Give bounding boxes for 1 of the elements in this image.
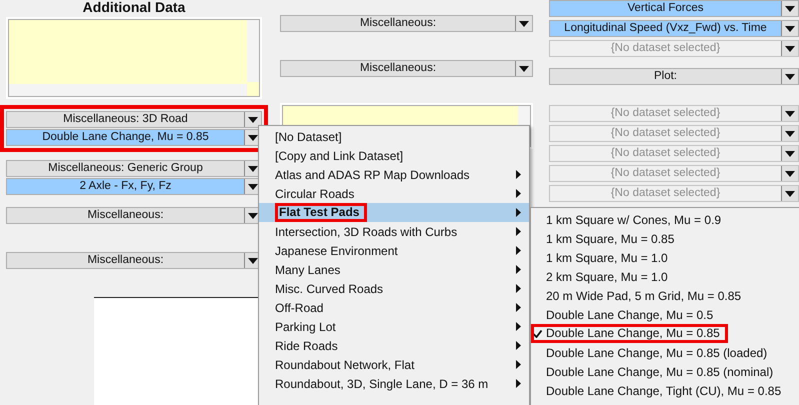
section-title: Additional Data	[82, 0, 186, 15]
